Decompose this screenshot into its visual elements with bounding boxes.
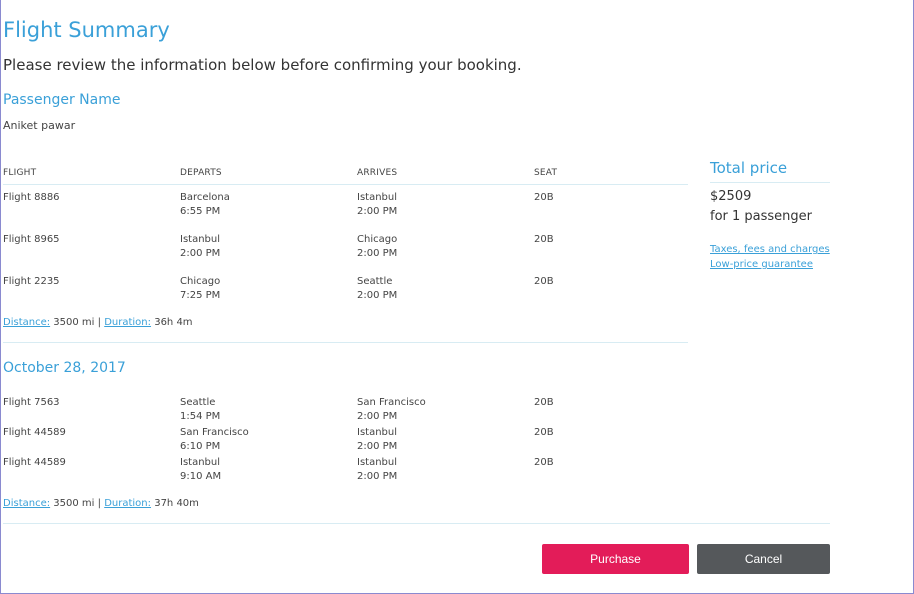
seat: 20B bbox=[534, 276, 554, 287]
purchase-button[interactable]: Purchase bbox=[542, 544, 689, 574]
page-subtitle: Please review the information below befo… bbox=[3, 56, 522, 74]
distance-value: 3500 mi bbox=[53, 317, 95, 328]
depart-city: Istanbul bbox=[180, 457, 221, 468]
flight-number: Flight 44589 bbox=[3, 427, 66, 438]
duration-value: 37h 40m bbox=[154, 498, 199, 509]
duration-value: 36h 4m bbox=[154, 317, 193, 328]
arrive-time: 2:00 PM bbox=[357, 471, 398, 482]
header-divider bbox=[3, 184, 688, 185]
arrive-city: Istanbul bbox=[357, 457, 398, 468]
col-header-departs: DEPARTS bbox=[180, 168, 222, 178]
depart-city: Barcelona bbox=[180, 192, 230, 203]
stats-separator: | bbox=[97, 498, 102, 509]
seat: 20B bbox=[534, 234, 554, 245]
depart-city: Chicago bbox=[180, 276, 221, 287]
arrive-time: 2:00 PM bbox=[357, 411, 398, 422]
arrive-time: 2:00 PM bbox=[357, 441, 398, 452]
seat: 20B bbox=[534, 397, 554, 408]
taxes-fees-link[interactable]: Taxes, fees and charges bbox=[710, 244, 830, 255]
depart-city: San Francisco bbox=[180, 427, 249, 438]
duration-link[interactable]: Duration: bbox=[104, 498, 151, 509]
bottom-divider bbox=[3, 523, 830, 524]
total-price-amount: $2509 bbox=[710, 189, 752, 204]
depart-time: 6:10 PM bbox=[180, 441, 221, 452]
distance-value: 3500 mi bbox=[53, 498, 95, 509]
low-price-guarantee-link[interactable]: Low-price guarantee bbox=[710, 259, 813, 270]
distance-link[interactable]: Distance: bbox=[3, 317, 50, 328]
arrive-city: Seattle bbox=[357, 276, 393, 287]
stats-separator: | bbox=[97, 317, 102, 328]
total-price-label: Total price bbox=[710, 159, 788, 177]
arrive-city: Istanbul bbox=[357, 192, 398, 203]
seat: 20B bbox=[534, 427, 554, 438]
arrive-time: 2:00 PM bbox=[357, 206, 398, 217]
seat: 20B bbox=[534, 192, 554, 203]
passenger-name: Aniket pawar bbox=[3, 119, 76, 132]
cancel-button[interactable]: Cancel bbox=[697, 544, 830, 574]
col-header-seat: SEAT bbox=[534, 168, 558, 178]
depart-time: 2:00 PM bbox=[180, 248, 221, 259]
depart-city: Istanbul bbox=[180, 234, 221, 245]
segment-2-date: October 28, 2017 bbox=[3, 360, 126, 376]
passenger-heading: Passenger Name bbox=[3, 92, 121, 108]
segment-2-stats: Distance: 3500 mi | Duration: 37h 40m bbox=[3, 498, 199, 509]
arrive-city: San Francisco bbox=[357, 397, 426, 408]
arrive-time: 2:00 PM bbox=[357, 248, 398, 259]
arrive-city: Istanbul bbox=[357, 427, 398, 438]
flight-number: Flight 2235 bbox=[3, 276, 60, 287]
flight-number: Flight 44589 bbox=[3, 457, 66, 468]
segment-divider bbox=[3, 342, 688, 343]
flight-number: Flight 8886 bbox=[3, 192, 60, 203]
depart-time: 7:25 PM bbox=[180, 290, 221, 301]
depart-time: 1:54 PM bbox=[180, 411, 221, 422]
depart-city: Seattle bbox=[180, 397, 216, 408]
passenger-count: for 1 passenger bbox=[710, 209, 813, 224]
depart-time: 9:10 AM bbox=[180, 471, 222, 482]
flight-number: Flight 7563 bbox=[3, 397, 60, 408]
price-divider bbox=[710, 182, 830, 183]
flight-number: Flight 8965 bbox=[3, 234, 60, 245]
arrive-time: 2:00 PM bbox=[357, 290, 398, 301]
page-title: Flight Summary bbox=[3, 18, 170, 42]
segment-1-stats: Distance: 3500 mi | Duration: 36h 4m bbox=[3, 317, 193, 328]
col-header-flight: FLIGHT bbox=[3, 168, 37, 178]
depart-time: 6:55 PM bbox=[180, 206, 221, 217]
arrive-city: Chicago bbox=[357, 234, 398, 245]
distance-link[interactable]: Distance: bbox=[3, 498, 50, 509]
col-header-arrives: ARRIVES bbox=[357, 168, 398, 178]
duration-link[interactable]: Duration: bbox=[104, 317, 151, 328]
seat: 20B bbox=[534, 457, 554, 468]
